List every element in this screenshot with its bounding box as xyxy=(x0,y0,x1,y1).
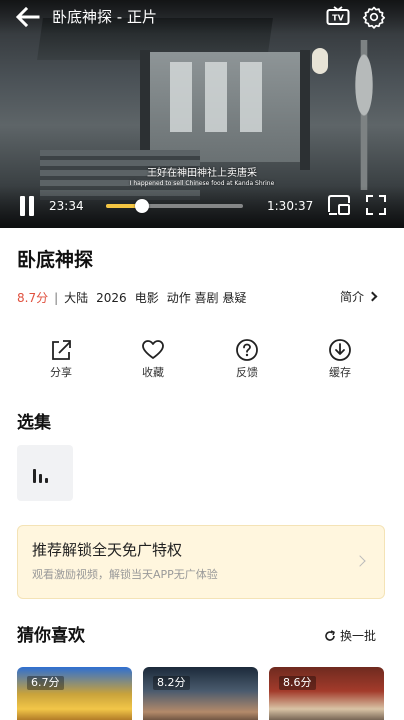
download-label: 缓存 xyxy=(329,366,351,379)
video-subtitle: 王好在神田神社上卖唐采 I happened to sell Chinese f… xyxy=(0,168,404,188)
share-button[interactable]: 分享 xyxy=(31,336,91,386)
meta-separator: | xyxy=(54,291,59,305)
intro-button[interactable]: 简介 xyxy=(340,289,378,305)
recommend-heading: 猜你喜欢 xyxy=(17,626,85,646)
movie-type: 电影 xyxy=(134,291,159,305)
promo-title: 推荐解锁全天免广特权 xyxy=(32,541,183,559)
action-bar: 分享 收藏 反馈 缓存 xyxy=(0,336,404,386)
player-top-bar: 卧底神探 - 正片 TV xyxy=(0,0,404,34)
question-icon xyxy=(236,339,258,361)
share-label: 分享 xyxy=(50,366,72,379)
playing-bar-icon xyxy=(39,474,42,483)
movie-meta: 8.7分 | 大陆 2026 电影 动作 喜剧 悬疑 xyxy=(17,290,246,306)
svg-text:TV: TV xyxy=(332,14,344,23)
fullscreen-icon[interactable] xyxy=(365,194,387,216)
favorite-label: 收藏 xyxy=(142,366,164,379)
heart-icon xyxy=(142,340,164,359)
video-player[interactable]: 王好在神田神社上卖唐采 I happened to sell Chinese f… xyxy=(0,0,404,228)
promo-subtitle: 观看激励视频，解锁当天APP无广体验 xyxy=(32,568,218,581)
gear-icon[interactable] xyxy=(362,5,386,29)
player-title: 卧底神探 - 正片 xyxy=(52,8,157,26)
movie-rating: 8.7分 xyxy=(17,291,49,305)
intro-label: 简介 xyxy=(340,290,365,304)
player-controls: 23:34 1:30:37 xyxy=(0,186,404,228)
movie-genres: 动作 喜剧 悬疑 xyxy=(166,291,247,305)
favorite-button[interactable]: 收藏 xyxy=(123,336,183,386)
refresh-label: 换一批 xyxy=(340,629,377,643)
chevron-right-icon xyxy=(367,291,378,302)
card-rating: 8.6分 xyxy=(279,676,316,690)
feedback-button[interactable]: 反馈 xyxy=(217,336,277,386)
episode-item[interactable] xyxy=(17,445,73,501)
refresh-icon xyxy=(325,630,335,641)
total-time: 1:30:37 xyxy=(267,199,314,213)
episodes-heading: 选集 xyxy=(17,413,51,433)
progress-handle[interactable] xyxy=(134,199,149,213)
share-icon xyxy=(52,340,71,360)
current-time: 23:34 xyxy=(49,199,84,213)
progress-bar[interactable] xyxy=(106,199,243,213)
chevron-right-icon xyxy=(354,555,366,567)
subtitle-chinese: 王好在神田神社上卖唐采 xyxy=(147,168,257,179)
movie-region: 大陆 xyxy=(64,291,89,305)
download-button[interactable]: 缓存 xyxy=(310,336,370,386)
movie-title: 卧底神探 xyxy=(17,249,94,271)
movie-year: 2026 xyxy=(96,291,127,305)
recommend-list: 6.7分 8.2分 8.6分 xyxy=(0,667,404,720)
picture-in-picture-icon[interactable] xyxy=(327,194,351,216)
pause-icon[interactable] xyxy=(18,196,36,216)
recommend-card[interactable]: 8.6分 xyxy=(269,667,384,720)
playing-bar-icon xyxy=(33,469,36,483)
recommend-card[interactable]: 6.7分 xyxy=(17,667,132,720)
card-rating: 8.2分 xyxy=(153,676,190,690)
back-arrow-icon[interactable] xyxy=(14,6,40,28)
recommend-card[interactable]: 8.2分 xyxy=(143,667,258,720)
feedback-label: 反馈 xyxy=(236,366,258,379)
playing-bar-icon xyxy=(45,478,48,483)
refresh-button[interactable]: 换一批 xyxy=(324,628,376,644)
download-icon xyxy=(329,339,351,361)
ad-free-promo-banner[interactable]: 推荐解锁全天免广特权 观看激励视频，解锁当天APP无广体验 xyxy=(17,525,385,599)
tv-cast-icon[interactable]: TV xyxy=(326,6,350,28)
card-rating: 6.7分 xyxy=(27,676,64,690)
